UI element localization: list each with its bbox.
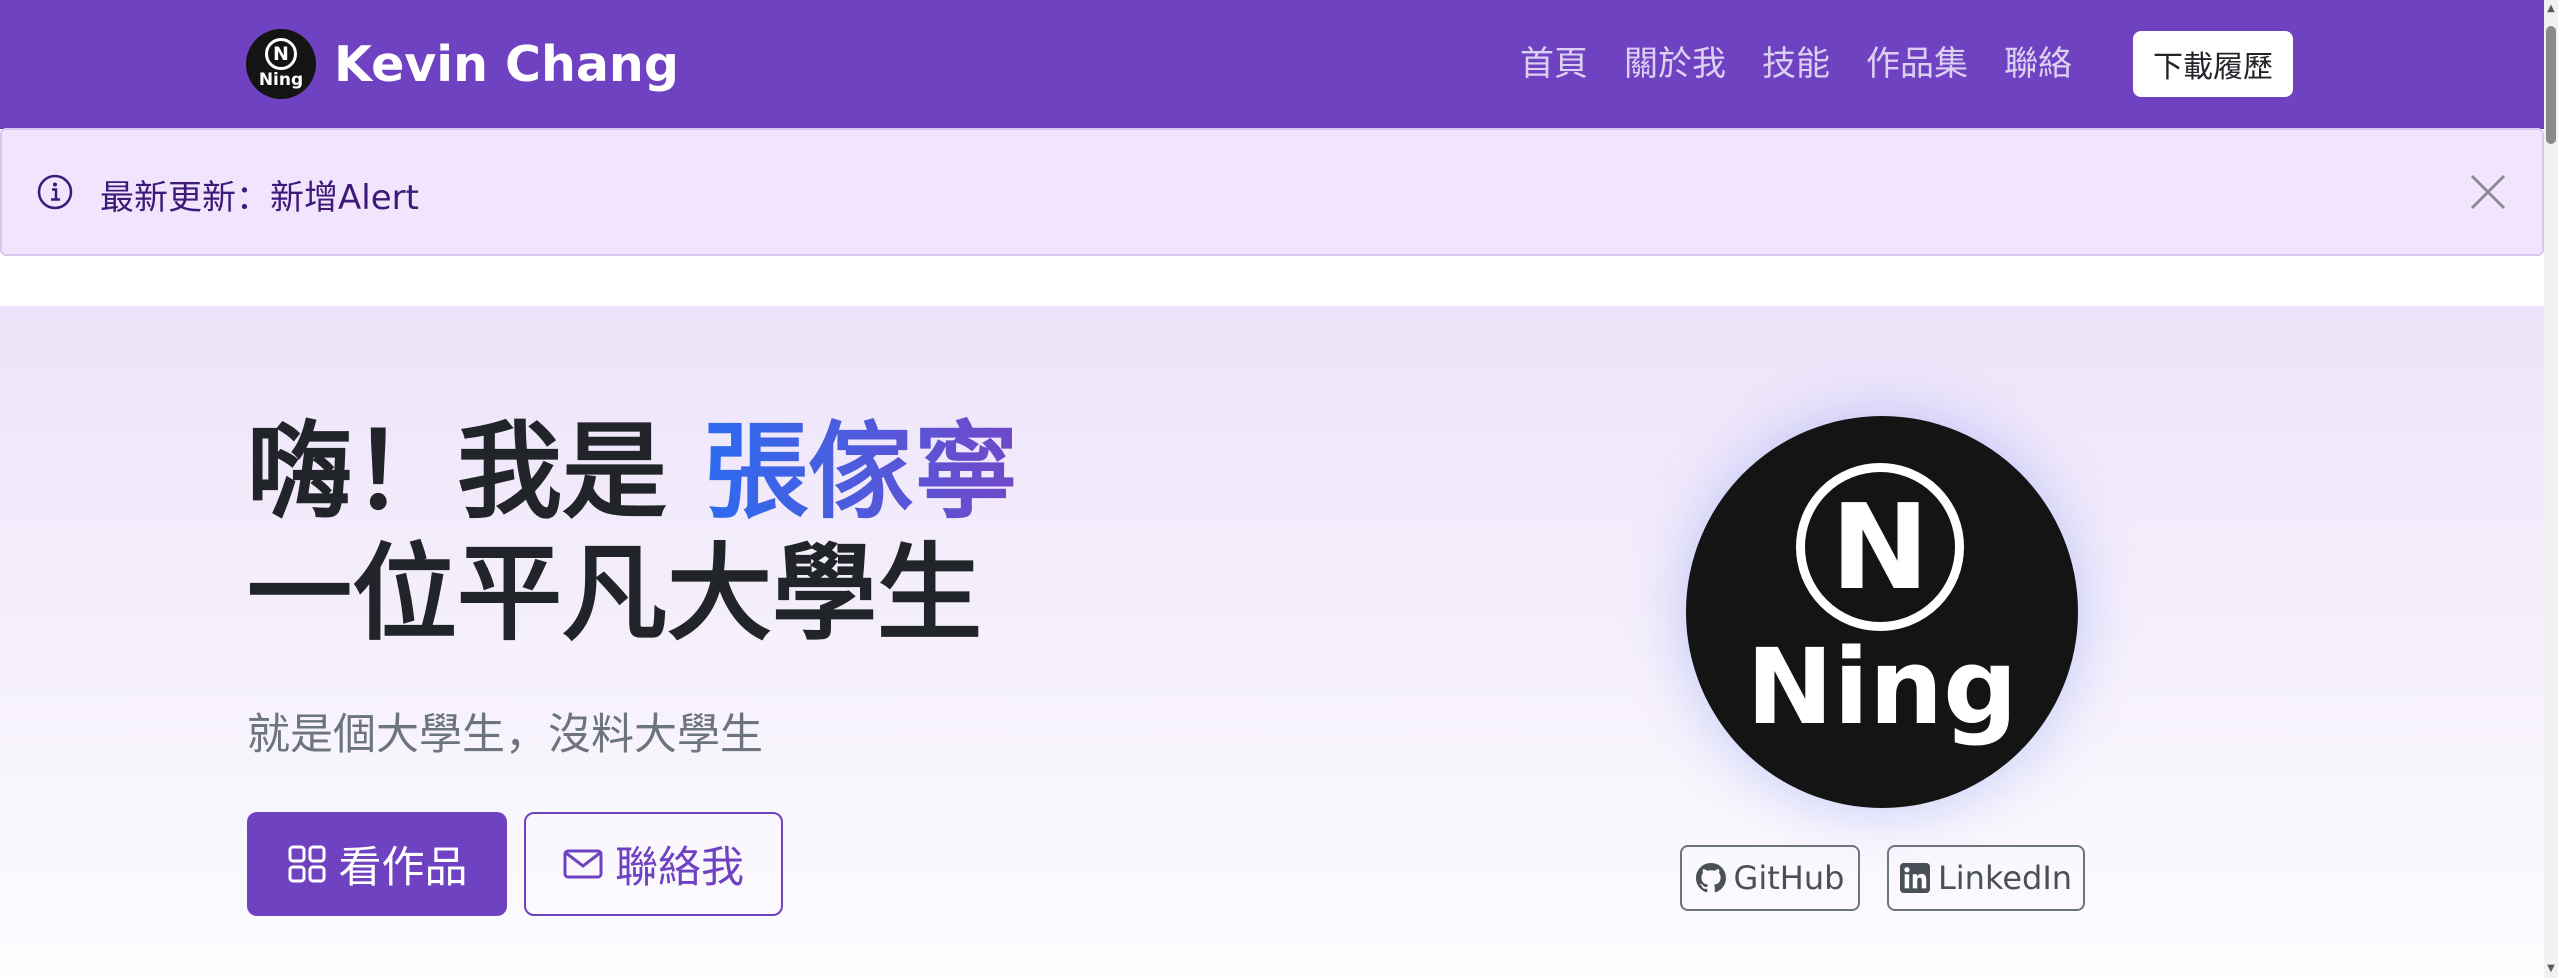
brand-logo: N Ning [246, 29, 316, 99]
hero-subtitle: 就是個大學生，沒料大學生 [247, 710, 763, 760]
view-portfolio-label: 看作品 [338, 843, 468, 893]
hero-name: 張傢寧 [703, 411, 1019, 533]
nav-links: 首頁 關於我 技能 作品集 聯絡 [1520, 36, 2124, 85]
linkedin-label: LinkedIn [1937, 859, 2073, 897]
greeting-text: 嗨！我是 [247, 411, 668, 533]
brand-logo-text: Ning [258, 70, 304, 90]
grid-icon [288, 845, 325, 883]
contact-me-label: 聯絡我 [615, 843, 744, 893]
hero-headline: 嗨！我是 張傢寧 一位平凡大學生 [247, 411, 1019, 655]
scroll-up-arrow-icon[interactable]: ▲ [2546, 4, 2556, 14]
nav-link-contact[interactable]: 聯絡 [2004, 36, 2072, 85]
github-label: GitHub [1733, 859, 1845, 897]
alert-banner: 最新更新：新增Alert [0, 128, 2544, 256]
scroll-down-arrow-icon[interactable]: ▼ [2546, 964, 2556, 974]
info-circle-icon [37, 174, 73, 210]
github-button[interactable]: GitHub [1680, 845, 1860, 911]
nav-link-about[interactable]: 關於我 [1624, 36, 1726, 85]
scrollbar[interactable]: ▲ ▼ [2544, 0, 2558, 978]
scrollbar-thumb[interactable] [2546, 26, 2556, 144]
navbar: N Ning Kevin Chang 首頁 關於我 技能 作品集 聯絡 下載履歷 [0, 0, 2544, 129]
linkedin-icon [1899, 863, 1930, 893]
avatar-n-logo: N [1796, 463, 1964, 631]
close-icon[interactable] [2468, 172, 2508, 212]
envelope-icon [563, 849, 603, 879]
nav-link-home[interactable]: 首頁 [1520, 36, 1588, 85]
download-resume-button[interactable]: 下載履歷 [2133, 31, 2293, 97]
linkedin-button[interactable]: LinkedIn [1887, 845, 2085, 911]
contact-me-button[interactable]: 聯絡我 [524, 812, 783, 916]
brand-logo-n: N [265, 38, 297, 70]
github-icon [1695, 863, 1726, 893]
alert-text: 最新更新：新增Alert [100, 178, 419, 218]
nav-link-portfolio[interactable]: 作品集 [1866, 36, 1968, 85]
view-portfolio-button[interactable]: 看作品 [247, 812, 507, 916]
brand[interactable]: N Ning Kevin Chang [246, 29, 679, 99]
brand-name: Kevin Chang [334, 35, 679, 93]
nav-link-skills[interactable]: 技能 [1762, 36, 1830, 85]
tagline-text: 一位平凡大學生 [247, 533, 983, 655]
hero-section: 嗨！我是 張傢寧 一位平凡大學生 就是個大學生，沒料大學生 看作品 聯絡我 N … [0, 306, 2544, 978]
avatar: N Ning [1686, 416, 2078, 808]
avatar-text: Ning [1746, 626, 2018, 748]
